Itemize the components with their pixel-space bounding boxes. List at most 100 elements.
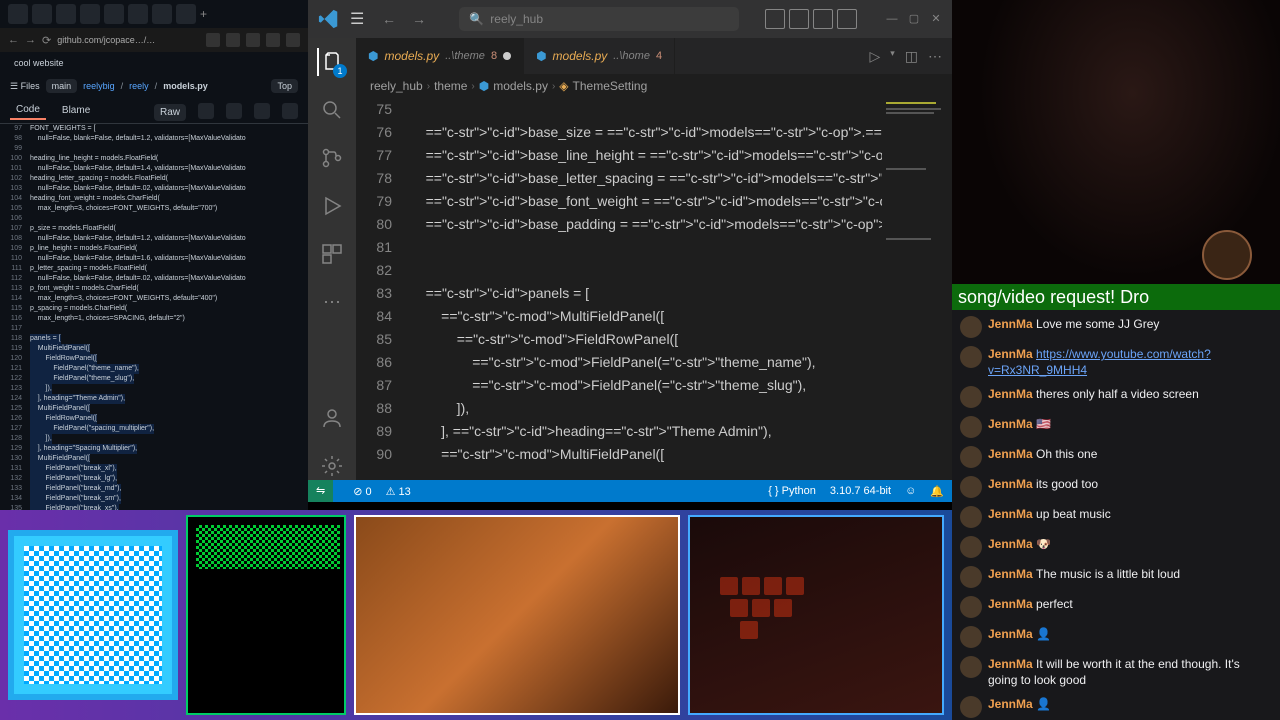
command-center[interactable]: 🔍 reely_hub (459, 7, 739, 31)
chat-avatar (960, 696, 982, 718)
chat-username[interactable]: JennMa (988, 627, 1036, 641)
warnings-count[interactable]: ⚠ 13 (386, 485, 411, 498)
browser-tab[interactable] (152, 4, 172, 24)
blame-tab[interactable]: Blame (56, 102, 96, 119)
settings-gear-icon[interactable] (318, 452, 346, 480)
browser-tab[interactable] (8, 4, 28, 24)
chat-username[interactable]: JennMa (988, 347, 1036, 361)
minimize-button[interactable]: — (882, 9, 902, 29)
url-bar[interactable]: github.com/jcopace…/… (57, 35, 200, 45)
browser-tab[interactable] (56, 4, 76, 24)
new-tab-button[interactable]: + (200, 7, 207, 21)
editor-tab[interactable]: ⬢ models.py ..\theme 8 (356, 38, 524, 74)
status-bar: ⇋ ⊘ 0 ⚠ 13 { } Python 3.10.7 64-bit ☺ 🔔 (308, 480, 952, 502)
chat-username[interactable]: JennMa (988, 317, 1036, 331)
run-button[interactable]: ▷ (869, 48, 880, 65)
browser-tab[interactable] (176, 4, 196, 24)
chat-username[interactable]: JennMa (988, 477, 1036, 491)
github-code-view[interactable]: 97FONT_WEIGHTS = [98 null=False, blank=F… (0, 124, 308, 514)
toggle-sidebar-icon[interactable] (765, 9, 785, 29)
extension-icon[interactable] (266, 33, 280, 47)
extension-icon[interactable] (246, 33, 260, 47)
edit-icon[interactable] (254, 103, 270, 119)
nav-back[interactable]: ← (374, 11, 404, 27)
code-tab[interactable]: Code (10, 101, 46, 120)
chat-username[interactable]: JennMa (988, 597, 1036, 611)
maximize-button[interactable]: ▢ (904, 9, 924, 29)
chat-avatar (960, 416, 982, 438)
more-icon[interactable]: ⋯ (318, 288, 346, 316)
extension-icon[interactable] (286, 33, 300, 47)
overlay-strip (0, 510, 952, 720)
crumb[interactable]: models.py (493, 79, 548, 93)
back-button[interactable]: ← (8, 34, 19, 46)
crumb[interactable]: reely (129, 81, 149, 91)
notifications-icon[interactable]: 🔔 (930, 485, 944, 498)
crumb[interactable]: reelybig (83, 81, 115, 91)
layout-grid-icon[interactable] (837, 9, 857, 29)
files-button[interactable]: ☰ Files (10, 81, 40, 92)
minimap[interactable] (882, 98, 952, 480)
reload-button[interactable]: ⟳ (42, 34, 51, 47)
menu-button[interactable]: ☰ (350, 9, 374, 29)
chat-avatar (960, 346, 982, 368)
chat-username[interactable]: JennMa (988, 537, 1036, 551)
python-icon: ⬢ (368, 49, 378, 63)
split-editor-icon[interactable] (813, 9, 833, 29)
crumb[interactable]: ThemeSetting (573, 79, 648, 93)
account-icon[interactable] (318, 404, 346, 432)
browser-tab[interactable] (128, 4, 148, 24)
chat-message: JennMa 🇺🇸 (960, 416, 1272, 438)
errors-count[interactable]: ⊘ 0 (353, 485, 371, 498)
tab-mark: 4 (656, 50, 662, 62)
chat-panel[interactable]: JennMa Love me some JJ GreyJennMa https:… (952, 310, 1280, 720)
copy-icon[interactable] (198, 103, 214, 119)
browser-tab[interactable] (32, 4, 52, 24)
chat-username[interactable]: JennMa (988, 657, 1036, 671)
explorer-icon[interactable]: 1 (317, 48, 345, 76)
close-button[interactable]: ✕ (926, 9, 946, 29)
chat-username[interactable]: JennMa (988, 387, 1036, 401)
page-tab-label[interactable]: cool website (8, 56, 70, 70)
editor-tab[interactable]: ⬢ models.py ..\home 4 (524, 38, 675, 74)
language-mode[interactable]: { } Python (768, 485, 816, 498)
branch-selector[interactable]: main (46, 79, 78, 93)
chat-avatar (960, 656, 982, 678)
crumb[interactable]: theme (434, 79, 467, 93)
more-actions-icon[interactable]: ⋯ (928, 48, 942, 65)
browser-tab[interactable] (104, 4, 124, 24)
keyboard-cam (688, 515, 944, 715)
run-debug-icon[interactable] (318, 192, 346, 220)
chat-avatar (960, 536, 982, 558)
code-editor[interactable]: =="c-str">"c-id">base_size = =="c-str">"… (410, 98, 882, 480)
source-control-icon[interactable] (318, 144, 346, 172)
extensions-icon[interactable] (318, 240, 346, 268)
extension-icon[interactable] (226, 33, 240, 47)
chat-username[interactable]: JennMa (988, 447, 1036, 461)
breadcrumb[interactable]: reely_hub› theme› ⬢ models.py› ◈ ThemeSe… (356, 74, 952, 98)
forward-button[interactable]: → (25, 34, 36, 46)
chat-text: 👤 (1036, 697, 1051, 711)
feedback-icon[interactable]: ☺ (905, 485, 916, 498)
raw-button[interactable]: Raw (154, 102, 186, 120)
more-icon[interactable] (282, 103, 298, 119)
search-icon-activity[interactable] (318, 96, 346, 124)
top-button[interactable]: Top (271, 79, 298, 93)
chat-username[interactable]: JennMa (988, 697, 1036, 711)
split-editor-icon[interactable]: ◫ (905, 48, 918, 65)
crumb[interactable]: reely_hub (370, 79, 423, 93)
run-dropdown[interactable]: ▾ (890, 48, 895, 65)
extension-icon[interactable] (206, 33, 220, 47)
chat-avatar (960, 446, 982, 468)
vscode-titlebar: ☰ ← → 🔍 reely_hub — ▢ ✕ (308, 0, 952, 38)
remote-indicator[interactable]: ⇋ (308, 480, 333, 502)
class-icon: ◈ (559, 79, 568, 93)
interpreter[interactable]: 3.10.7 64-bit (830, 485, 891, 498)
browser-tab[interactable] (80, 4, 100, 24)
chat-username[interactable]: JennMa (988, 507, 1036, 521)
download-icon[interactable] (226, 103, 242, 119)
nav-forward[interactable]: → (404, 11, 434, 27)
toggle-panel-icon[interactable] (789, 9, 809, 29)
chat-username[interactable]: JennMa (988, 417, 1036, 431)
chat-username[interactable]: JennMa (988, 567, 1036, 581)
